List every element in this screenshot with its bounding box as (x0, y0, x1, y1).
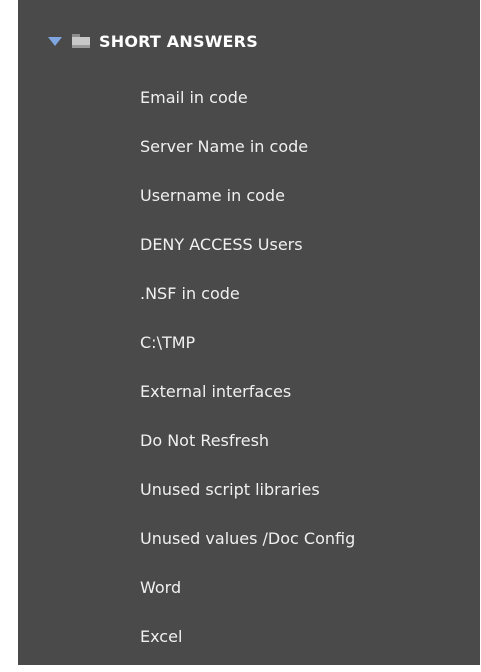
folder-header-short-answers[interactable]: SHORT ANSWERS (48, 26, 258, 56)
nav-item-unused-script-libraries[interactable]: Unused script libraries (140, 476, 355, 525)
folder-item-list: Email in code Server Name in code Userna… (140, 84, 355, 672)
nav-item-unused-values-doc-config[interactable]: Unused values /Doc Config (140, 525, 355, 574)
nav-item-deny-access-users[interactable]: DENY ACCESS Users (140, 231, 355, 280)
nav-item-server-name-in-code[interactable]: Server Name in code (140, 133, 355, 182)
nav-item-c-tmp[interactable]: C:\TMP (140, 329, 355, 378)
nav-item-do-not-refresh[interactable]: Do Not Resfresh (140, 427, 355, 476)
expand-triangle-icon[interactable] (48, 36, 62, 46)
folder-title: SHORT ANSWERS (99, 31, 258, 51)
nav-item-nsf-in-code[interactable]: .NSF in code (140, 280, 355, 329)
nav-item-username-in-code[interactable]: Username in code (140, 182, 355, 231)
navigation-panel: SHORT ANSWERS Email in code Server Name … (18, 0, 480, 665)
nav-item-word[interactable]: Word (140, 574, 355, 623)
folder-icon (72, 34, 90, 48)
nav-item-email-in-code[interactable]: Email in code (140, 84, 355, 133)
nav-item-external-interfaces[interactable]: External interfaces (140, 378, 355, 427)
